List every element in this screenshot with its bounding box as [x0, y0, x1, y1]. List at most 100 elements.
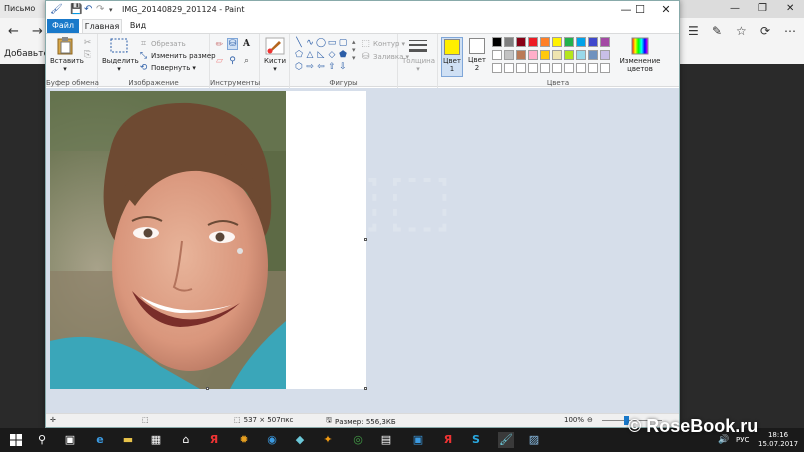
palette-swatch[interactable] [576, 50, 586, 60]
right-triangle-shape-icon[interactable]: ◺ [316, 50, 326, 61]
back-arrow-icon[interactable]: ← [8, 24, 19, 39]
resize-handle-corner[interactable] [364, 387, 367, 390]
tab-view[interactable]: Вид [126, 19, 150, 33]
triangle-shape-icon[interactable]: △ [305, 50, 315, 61]
app-feather-icon[interactable]: ✦ [320, 432, 336, 448]
resize-handle-right[interactable] [364, 238, 367, 241]
chrome-icon[interactable]: ◎ [350, 432, 366, 448]
rounded-rectangle-shape-icon[interactable]: ▢ [338, 38, 348, 49]
polygon-shape-icon[interactable]: ⬠ [294, 50, 304, 61]
save-icon[interactable]: 💾 [70, 4, 82, 15]
palette-swatch[interactable] [588, 37, 598, 47]
diamond-shape-icon[interactable]: ◇ [327, 50, 337, 61]
resize-button[interactable]: ⤡ Изменить размер [138, 51, 216, 61]
palette-custom-slot[interactable] [576, 63, 586, 73]
search-icon[interactable]: ⚲ [34, 432, 50, 448]
left-arrow-shape-icon[interactable]: ⇦ [316, 62, 326, 73]
home-icon[interactable]: ⌂ [178, 432, 194, 448]
palette-custom-slot[interactable] [492, 63, 502, 73]
palette-swatch[interactable] [600, 50, 610, 60]
size-button[interactable]: Толщина ▾ [402, 37, 435, 73]
palette-custom-slot[interactable] [600, 63, 610, 73]
palette-custom-slot[interactable] [504, 63, 514, 73]
copy-icon[interactable]: ⎘ [82, 50, 93, 60]
app-book-icon[interactable]: ◆ [292, 432, 308, 448]
edit-colors-button[interactable]: Изменение цветов [618, 37, 662, 73]
resize-handle-bottom[interactable] [206, 387, 209, 390]
clock[interactable]: 18:16 15.07.2017 [758, 431, 798, 449]
magnifier-icon[interactable]: ⌕ [241, 56, 252, 66]
palette-swatch[interactable] [600, 37, 610, 47]
palette-swatch[interactable] [540, 50, 550, 60]
image-canvas[interactable] [50, 91, 366, 389]
eraser-icon[interactable]: ▱ [214, 56, 225, 66]
palette-custom-slot[interactable] [540, 63, 550, 73]
palette-swatch[interactable] [528, 50, 538, 60]
oval-shape-icon[interactable]: ◯ [316, 38, 326, 49]
curve-shape-icon[interactable]: ∿ [305, 38, 315, 49]
photos-icon[interactable]: ▨ [526, 432, 542, 448]
select-button[interactable]: Выделить ▾ [102, 37, 139, 73]
edge-close-icon[interactable]: ✕ [786, 3, 794, 14]
palette-custom-slot[interactable] [516, 63, 526, 73]
line-shape-icon[interactable]: ╲ [294, 38, 304, 49]
palette-swatch[interactable] [504, 37, 514, 47]
edge-minimize-icon[interactable]: — [730, 3, 740, 14]
color1-button[interactable]: Цвет 1 [441, 37, 463, 77]
hexagon-shape-icon[interactable]: ⬡ [294, 62, 304, 73]
yandex-icon[interactable]: Я [440, 432, 456, 448]
palette-swatch[interactable] [516, 37, 526, 47]
shapes-scroll-icon[interactable]: ▴ ▾ ▾ [352, 38, 356, 62]
palette-custom-slot[interactable] [552, 63, 562, 73]
maximize-icon[interactable]: ☐ [626, 3, 654, 16]
app-globe-icon[interactable]: ◉ [264, 432, 280, 448]
palette-swatch[interactable] [588, 50, 598, 60]
palette-swatch[interactable] [492, 50, 502, 60]
color2-button[interactable]: Цвет 2 [466, 37, 488, 77]
app-gear-icon[interactable]: ✹ [236, 432, 252, 448]
pencil-icon[interactable]: ✏ [214, 40, 225, 50]
yandex-browser-icon[interactable]: Я [206, 432, 222, 448]
palette-swatch[interactable] [564, 50, 574, 60]
rotate-button[interactable]: ⟲ Повернуть ▾ [138, 63, 196, 73]
store-icon[interactable]: ▦ [148, 432, 164, 448]
undo-icon[interactable]: ↶ [84, 4, 92, 15]
paint-taskbar-icon[interactable]: 🖌 [498, 432, 514, 448]
app-blue-icon[interactable]: ▣ [410, 432, 426, 448]
redo-icon[interactable]: ↷ [96, 4, 104, 15]
fill-bucket-icon[interactable]: ⛁ [227, 38, 238, 50]
reading-list-icon[interactable]: ☰ [688, 24, 699, 38]
app-window-icon[interactable]: ▤ [378, 432, 394, 448]
pentagon-shape-icon[interactable]: ⬟ [338, 50, 348, 61]
close-icon[interactable]: ✕ [652, 3, 680, 16]
rectangle-shape-icon[interactable]: ▭ [327, 38, 337, 49]
palette-swatch[interactable] [576, 37, 586, 47]
task-view-icon[interactable]: ▣ [62, 432, 78, 448]
edge-restore-icon[interactable]: ❐ [758, 3, 767, 14]
crop-button[interactable]: ⌗ Обрезать [138, 39, 186, 49]
up-arrow-shape-icon[interactable]: ⇧ [327, 62, 337, 73]
zoom-out-icon[interactable]: ⊖ [587, 416, 593, 424]
palette-swatch[interactable] [552, 50, 562, 60]
palette-swatch[interactable] [504, 50, 514, 60]
tab-home[interactable]: Главная [82, 19, 122, 33]
down-arrow-shape-icon[interactable]: ⇩ [338, 62, 348, 73]
paste-button[interactable]: Вставить ▾ [50, 37, 84, 73]
language-indicator[interactable]: РУС [736, 436, 749, 444]
brushes-button[interactable]: Кисти ▾ [262, 37, 288, 73]
start-windows-icon[interactable] [8, 432, 24, 448]
text-tool-icon[interactable]: A [241, 39, 252, 49]
palette-custom-slot[interactable] [528, 63, 538, 73]
palette-swatch[interactable] [492, 37, 502, 47]
edge-browser-icon[interactable]: e [92, 432, 108, 448]
palette-swatch[interactable] [540, 37, 550, 47]
palette-swatch[interactable] [552, 37, 562, 47]
right-arrow-shape-icon[interactable]: ⇨ [305, 62, 315, 73]
palette-custom-slot[interactable] [564, 63, 574, 73]
tab-file[interactable]: Файл [47, 19, 79, 33]
palette-custom-slot[interactable] [588, 63, 598, 73]
favorites-star-icon[interactable]: ☆ [736, 24, 747, 38]
palette-swatch[interactable] [564, 37, 574, 47]
customize-quick-access-icon[interactable]: ▾ [109, 6, 113, 14]
canvas-area[interactable]: ⬚⬚⬚⬚⬚ [46, 88, 679, 413]
